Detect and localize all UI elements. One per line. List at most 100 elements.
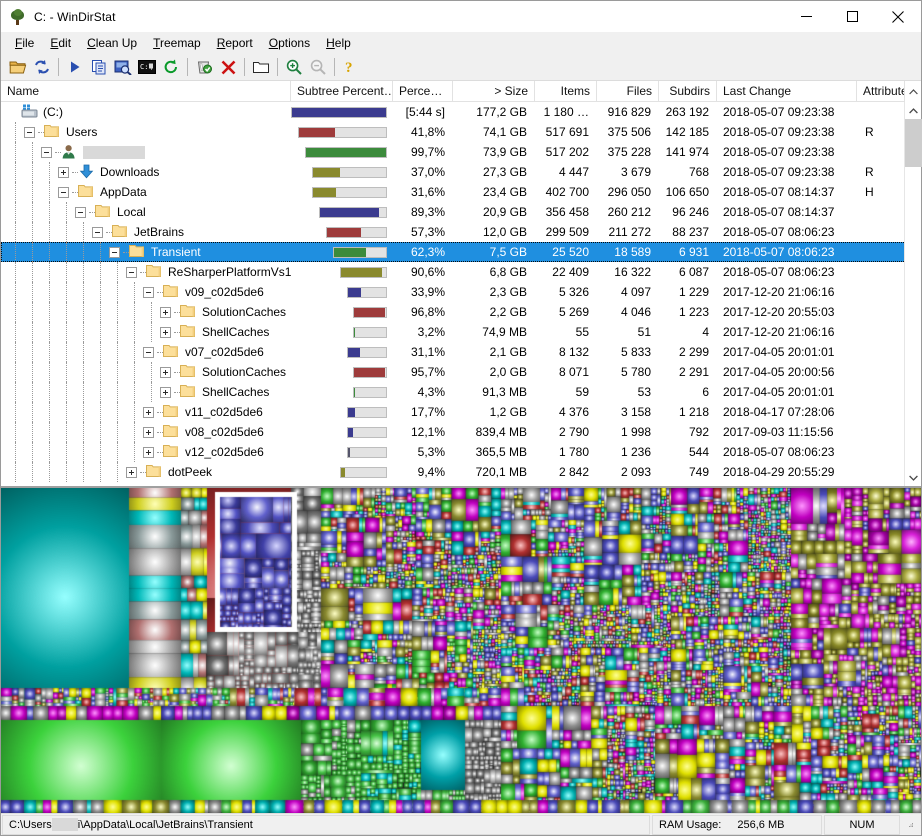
expand-button[interactable] <box>143 406 154 418</box>
column-header-size[interactable]: > Size <box>453 81 535 101</box>
up-one-level-icon[interactable] <box>249 56 273 79</box>
treemap-view[interactable] <box>1 487 921 813</box>
table-row[interactable]: v11_c02d5de6 17,7% 1,2 GB 4 376 3 158 1 218 20… <box>1 402 906 422</box>
column-header-files[interactable]: Files <box>597 81 659 101</box>
scroll-up-button[interactable] <box>905 102 921 119</box>
explore-icon[interactable] <box>111 56 135 79</box>
table-row[interactable]: ShellCaches 3,2% 74,9 MB 55 51 4 2017-12-20 21… <box>1 322 906 342</box>
menu-item-treemap[interactable]: Treemap <box>145 34 209 52</box>
collapse-button[interactable] <box>143 286 154 298</box>
resize-grip[interactable] <box>902 814 920 835</box>
table-row[interactable]: SolutionCaches 95,7% 2,0 GB 8 071 5 780 2 291… <box>1 362 906 382</box>
column-header-items[interactable]: Items <box>535 81 597 101</box>
expand-button[interactable] <box>160 386 171 398</box>
cell-files: 1 236 <box>620 445 651 459</box>
cell-name: SolutionCaches <box>1 362 291 382</box>
continue-icon[interactable] <box>63 56 87 79</box>
collapse-button[interactable] <box>126 266 137 278</box>
help-icon[interactable]: ? <box>339 56 363 79</box>
collapse-button[interactable] <box>24 126 35 138</box>
table-row[interactable]: v08_c02d5de6 12,1% 839,4 MB 2 790 1 998 792 20… <box>1 422 906 442</box>
menu-item-help[interactable]: Help <box>318 34 359 52</box>
column-header-name[interactable]: Name <box>1 81 291 101</box>
table-row[interactable]: ShellCaches 4,3% 91,3 MB 59 53 6 2017-04-05 20… <box>1 382 906 402</box>
collapse-button[interactable] <box>109 246 120 258</box>
tree-guide-line <box>151 382 152 402</box>
column-header-subtree[interactable]: Subtree Percent… <box>291 81 393 101</box>
tree-guide-line <box>83 222 84 242</box>
table-row[interactable]: v07_c02d5de6 31,1% 2,1 GB 8 132 5 833 2 299 20… <box>1 342 906 362</box>
expand-button[interactable] <box>126 466 137 478</box>
percent-bar-fill <box>348 447 350 457</box>
open-icon[interactable] <box>6 56 30 79</box>
delete-icon[interactable] <box>216 56 240 79</box>
cell-last-change: 2018-05-07 09:23:38 <box>723 105 835 119</box>
scrollbar-thumb[interactable] <box>905 119 922 167</box>
collapse-button[interactable] <box>143 346 154 358</box>
recycle-bin-icon[interactable] <box>192 56 216 79</box>
cell-percent: 31,1% <box>410 345 445 359</box>
percent-bar <box>319 206 387 218</box>
collapse-button[interactable] <box>92 226 103 238</box>
scroll-down-button[interactable] <box>905 469 921 486</box>
expand-button[interactable] <box>160 366 171 378</box>
collapse-button[interactable] <box>58 186 69 198</box>
tree-guide-line <box>100 322 101 342</box>
table-row[interactable]: (C:) [5:44 s] 177,2 GB 1 180 … 916 829 263 19… <box>1 102 906 122</box>
cell-subtree-percent <box>291 202 393 222</box>
cell-percent: 41,8% <box>410 125 445 139</box>
cell-subtree-percent <box>291 402 393 422</box>
windirstat-window: C: - WinDirStat File Edit Clean Up Treemap R… <box>0 0 922 836</box>
cell-last-change: 2018-04-17 07:28:06 <box>723 405 835 419</box>
close-button[interactable] <box>875 1 921 32</box>
collapse-button[interactable] <box>41 146 52 158</box>
table-row[interactable]: AppData 31,6% 23,4 GB 402 700 296 050 106 650… <box>1 182 906 202</box>
menu-item-edit[interactable]: Edit <box>42 34 79 52</box>
menu-item-clean-up[interactable]: Clean Up <box>79 34 145 52</box>
expand-button[interactable] <box>143 446 154 458</box>
table-row[interactable]: Transient 62,3% 7,5 GB 25 520 18 589 6 931 201… <box>1 242 906 262</box>
status-ram-label: RAM Usage: <box>659 818 722 831</box>
collapse-button[interactable] <box>75 206 86 218</box>
table-row[interactable]: Local 89,3% 20,9 GB 356 458 260 212 96 246 201… <box>1 202 906 222</box>
table-row[interactable]: ReSharperPlatformVs15 90,6% 6,8 GB 22 409 16… <box>1 262 906 282</box>
maximize-button[interactable] <box>829 1 875 32</box>
cell-name: JetBrains <box>1 222 291 242</box>
table-row[interactable]: 99,7% 73,9 GB 517 202 375 228 141 974 2018-05… <box>1 142 906 162</box>
tree-guide-line <box>32 222 33 242</box>
table-row[interactable]: Users 41,8% 74,1 GB 517 691 375 506 142 185 20… <box>1 122 906 142</box>
zoom-out-icon[interactable] <box>306 56 330 79</box>
minimize-button[interactable] <box>783 1 829 32</box>
command-prompt-icon[interactable]: C:\ <box>135 56 159 79</box>
column-header-subdirs[interactable]: Subdirs <box>659 81 717 101</box>
expand-button[interactable] <box>160 326 171 338</box>
tree-rows-viewport[interactable]: (C:) [5:44 s] 177,2 GB 1 180 … 916 829 263 19… <box>1 102 921 486</box>
column-header-pct[interactable]: Perce… <box>393 81 453 101</box>
copy-path-icon[interactable] <box>87 56 111 79</box>
table-row[interactable]: Downloads 37,0% 27,3 GB 4 447 3 679 768 2018-0… <box>1 162 906 182</box>
cell-name: v07_c02d5de6 <box>1 342 291 362</box>
treemap-canvas[interactable] <box>1 488 921 813</box>
redacted-username <box>51 818 78 831</box>
refresh-all-icon[interactable] <box>30 56 54 79</box>
table-row[interactable]: SolutionCaches 96,8% 2,2 GB 5 269 4 046 1 223… <box>1 302 906 322</box>
tree-guide-line <box>32 382 33 402</box>
tree-vertical-scrollbar[interactable] <box>904 102 922 486</box>
menu-item-file[interactable]: File <box>7 34 42 52</box>
table-row[interactable]: v09_c02d5de6 33,9% 2,3 GB 5 326 4 097 1 229 20… <box>1 282 906 302</box>
column-header-date[interactable]: Last Change <box>717 81 857 101</box>
refresh-selected-icon[interactable] <box>159 56 183 79</box>
scrollbar-track[interactable] <box>905 119 922 469</box>
expand-button[interactable] <box>160 306 171 318</box>
tree-guide-line <box>66 202 67 222</box>
expand-button[interactable] <box>58 166 69 178</box>
table-row[interactable]: dotPeek 9,4% 720,1 MB 2 842 2 093 749 2018-04-… <box>1 462 906 482</box>
menu-item-report[interactable]: Report <box>209 34 261 52</box>
table-row[interactable]: JetBrains 57,3% 12,0 GB 299 509 211 272 88 23… <box>1 222 906 242</box>
zoom-in-icon[interactable] <box>282 56 306 79</box>
table-row[interactable]: v12_c02d5de6 5,3% 365,5 MB 1 780 1 236 544 201… <box>1 442 906 462</box>
status-ram-value: 256,6 MB <box>737 818 785 831</box>
expand-button[interactable] <box>143 426 154 438</box>
tree-guide-line <box>134 342 135 362</box>
menu-item-options[interactable]: Options <box>261 34 318 52</box>
